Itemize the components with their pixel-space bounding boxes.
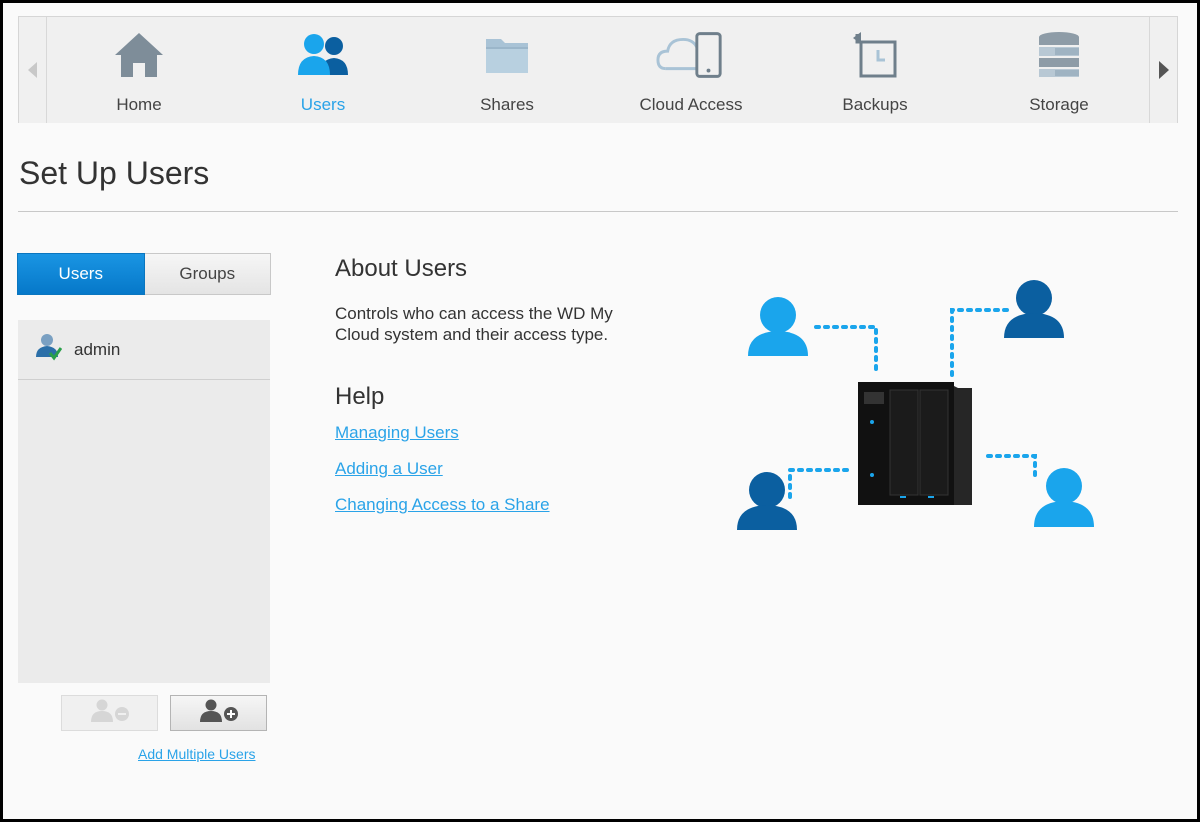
user-list-item[interactable]: admin [18, 320, 270, 380]
users-groups-toggle: Users Groups [17, 253, 271, 295]
chevron-left-icon [28, 62, 37, 78]
folder-icon [472, 27, 542, 83]
help-link-managing-users[interactable]: Managing Users [335, 423, 459, 443]
nav-label-storage: Storage [1029, 95, 1089, 114]
add-user-button[interactable] [170, 695, 267, 731]
title-divider [18, 211, 1178, 212]
nav-prev-button[interactable] [19, 17, 47, 123]
nas-device-icon [858, 382, 972, 505]
user-figure-dark-icon [1004, 280, 1064, 338]
nav-item-backups[interactable]: Backups [783, 17, 967, 123]
cloud-device-icon [656, 27, 726, 83]
add-multiple-users-link[interactable]: Add Multiple Users [138, 746, 256, 762]
nav-item-shares[interactable]: Shares [415, 17, 599, 123]
user-figure-light-icon [748, 297, 808, 356]
nav-label-shares: Shares [480, 95, 534, 114]
backup-icon [840, 27, 910, 83]
add-user-icon [198, 699, 240, 728]
nav-label-users: Users [300, 95, 346, 114]
user-figure-dark-icon [737, 472, 797, 530]
help-heading: Help [335, 383, 385, 410]
storage-icon [1024, 27, 1094, 83]
tab-users[interactable]: Users [17, 253, 145, 295]
nav-items: Home Users Shares Cloud Access Backups S… [47, 17, 1149, 123]
remove-user-button[interactable] [61, 695, 158, 731]
help-link-changing-access[interactable]: Changing Access to a Share [335, 495, 550, 515]
about-users-text: Controls who can access the WD My Cloud … [335, 304, 613, 344]
user-list: admin [18, 320, 270, 683]
admin-user-icon [36, 333, 63, 366]
users-icon [288, 27, 358, 83]
page-title: Set Up Users [19, 155, 210, 191]
nav-item-users[interactable]: Users [231, 17, 415, 123]
about-users-heading: About Users [335, 255, 468, 282]
nav-next-button[interactable] [1149, 17, 1177, 123]
nav-item-home[interactable]: Home [47, 17, 231, 123]
nav-label-cloud-access: Cloud Access [639, 95, 743, 114]
users-network-illustration [730, 270, 1110, 540]
home-icon [104, 27, 174, 83]
nav-item-cloud-access[interactable]: Cloud Access [599, 17, 783, 123]
user-name: admin [74, 339, 121, 359]
top-nav: Home Users Shares Cloud Access Backups S… [18, 16, 1178, 123]
remove-user-icon [89, 699, 131, 728]
help-link-adding-user[interactable]: Adding a User [335, 459, 443, 479]
tab-groups[interactable]: Groups [144, 253, 271, 295]
chevron-right-icon [1158, 61, 1169, 79]
nav-label-home: Home [116, 95, 162, 114]
nav-label-backups: Backups [842, 95, 908, 114]
nav-item-storage[interactable]: Storage [967, 17, 1151, 123]
user-figure-light-icon [1034, 468, 1094, 527]
